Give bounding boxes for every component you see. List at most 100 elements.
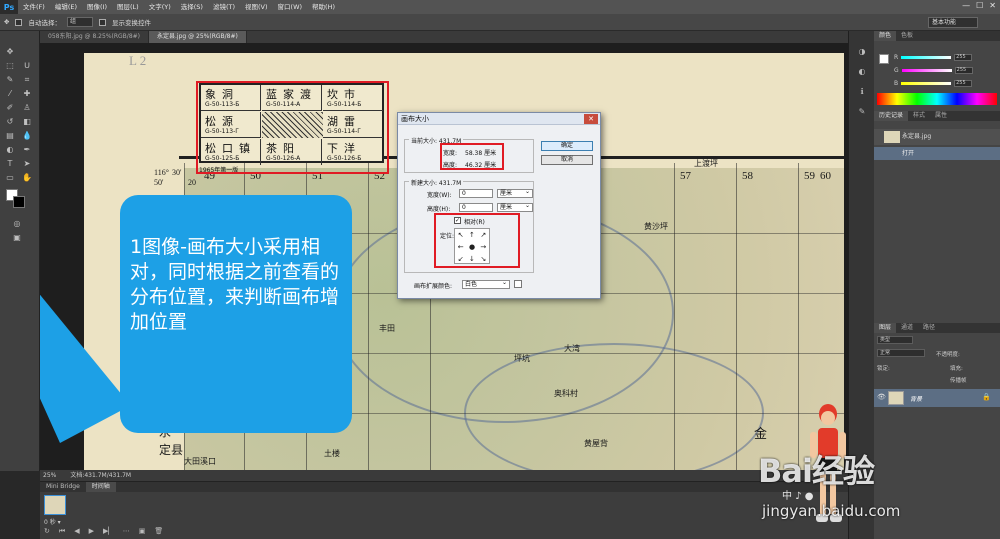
- history-brush-icon[interactable]: ↺: [5, 117, 15, 127]
- layer-kind-filter[interactable]: 类型: [877, 336, 913, 344]
- visibility-eye-icon[interactable]: 👁: [877, 393, 886, 401]
- type-tool-icon[interactable]: T: [5, 159, 15, 169]
- lasso-tool-icon[interactable]: ᑌ: [22, 61, 32, 71]
- screen-mode-icon[interactable]: ▣: [12, 233, 22, 243]
- first-frame-icon[interactable]: ⏮: [59, 527, 65, 536]
- status-bar: 25% 文档:431.7M/431.7M: [40, 470, 848, 481]
- marquee-tool-icon[interactable]: ⬚: [5, 61, 15, 71]
- lat-label: 30': [172, 168, 182, 177]
- pen-tool-icon[interactable]: ✒: [22, 145, 32, 155]
- red-slider-track[interactable]: [901, 55, 952, 59]
- lat-label: 50': [154, 178, 164, 187]
- new-width-input[interactable]: 0: [459, 189, 493, 198]
- history-state-open[interactable]: 打开: [874, 147, 1000, 160]
- tools-panel: ✥ ⬚ ᑌ ✎ ⌗ ⁄ ✚ ✐ ♙ ↺ ◧ ▤ 💧 ◐ ✒ T ➤ ▭ ✋ ◎ …: [0, 31, 40, 471]
- play-icon[interactable]: ▶: [89, 527, 94, 536]
- gradient-tool-icon[interactable]: ▤: [5, 131, 15, 141]
- hand-tool-icon[interactable]: ✋: [22, 173, 32, 183]
- red-slider[interactable]: R 255: [894, 53, 973, 61]
- quick-mask-icon[interactable]: ◎: [12, 219, 22, 229]
- menu-view[interactable]: 视图(V): [240, 0, 273, 14]
- menu-filter[interactable]: 滤镜(T): [208, 0, 240, 14]
- menu-window[interactable]: 窗口(W): [273, 0, 308, 14]
- loop-icon[interactable]: ↻: [44, 527, 50, 536]
- tab-paths[interactable]: 路径: [918, 323, 940, 333]
- background-color-swatch[interactable]: [13, 196, 25, 208]
- tween-icon[interactable]: ⋯: [123, 527, 130, 536]
- cancel-button[interactable]: 取消: [541, 155, 593, 165]
- menu-bar: Ps 文件(F) 编辑(E) 图像(I) 图层(L) 文字(Y) 选择(S) 滤…: [0, 0, 1000, 14]
- prev-frame-icon[interactable]: ◀: [74, 527, 79, 536]
- doc-size: 文档:431.7M/431.7M: [70, 472, 132, 479]
- tab-color[interactable]: 颜色: [874, 31, 897, 41]
- color-panel-swatch[interactable]: [879, 54, 889, 64]
- grid-number: 59: [804, 170, 815, 182]
- auto-select-dropdown[interactable]: 组: [66, 17, 93, 27]
- menu-layer[interactable]: 图层(L): [112, 0, 144, 14]
- ext-color-select[interactable]: 白色: [462, 279, 510, 289]
- move-tool-icon[interactable]: ✥: [5, 47, 15, 57]
- green-slider[interactable]: G 255: [894, 66, 973, 74]
- menu-file[interactable]: 文件(F): [18, 0, 50, 14]
- tab-history[interactable]: 历史记录: [874, 111, 909, 121]
- green-slider-track[interactable]: [901, 68, 952, 72]
- menu-edit[interactable]: 编辑(E): [50, 0, 82, 14]
- minimize-icon[interactable]: —: [962, 1, 970, 10]
- path-select-icon[interactable]: ➤: [22, 159, 32, 169]
- frame-delay[interactable]: 0 秒 ▾: [44, 517, 61, 526]
- blue-slider-track[interactable]: [901, 81, 952, 85]
- crop-tool-icon[interactable]: ⌗: [22, 75, 32, 85]
- healing-brush-icon[interactable]: ✚: [22, 89, 32, 99]
- delete-frame-icon[interactable]: 🗑: [154, 527, 163, 536]
- ok-button[interactable]: 确定: [541, 141, 593, 151]
- menu-select[interactable]: 选择(S): [176, 0, 208, 14]
- eraser-tool-icon[interactable]: ◧: [22, 117, 32, 127]
- auto-select-checkbox[interactable]: [15, 18, 23, 26]
- blur-tool-icon[interactable]: 💧: [22, 131, 32, 141]
- frame-thumbnail[interactable]: [44, 495, 66, 515]
- tab-properties[interactable]: 属性: [930, 111, 952, 121]
- new-frame-icon[interactable]: ▣: [139, 527, 146, 536]
- zoom-level[interactable]: 25%: [43, 470, 56, 481]
- move-tool-icon[interactable]: ✥: [4, 18, 9, 26]
- tab-mini-bridge[interactable]: Mini Bridge: [40, 482, 86, 492]
- layer-background[interactable]: 👁 背景 🔒: [874, 389, 1000, 407]
- tab-timeline[interactable]: 时间轴: [85, 482, 116, 492]
- show-transform-checkbox[interactable]: [98, 18, 106, 26]
- info-icon[interactable]: ℹ: [857, 87, 867, 97]
- lock-label: 锁定:: [877, 366, 890, 372]
- stamp-tool-icon[interactable]: ♙: [22, 103, 32, 113]
- menu-help[interactable]: 帮助(H): [307, 0, 340, 14]
- menu-image[interactable]: 图像(I): [82, 0, 112, 14]
- tab-styles[interactable]: 样式: [908, 111, 930, 121]
- adjustments-icon[interactable]: ◐: [857, 67, 867, 77]
- close-icon[interactable]: ✕: [989, 1, 996, 10]
- new-width-unit-select[interactable]: 厘米: [497, 188, 533, 198]
- tab-layers[interactable]: 图层: [874, 323, 897, 333]
- menu-type[interactable]: 文字(Y): [144, 0, 176, 14]
- workspace-dropdown[interactable]: 基本功能: [928, 17, 978, 28]
- tab-channels[interactable]: 通道: [896, 323, 918, 333]
- doc-tab-yongding[interactable]: 永定县.jpg @ 25%(RGB/8#): [149, 31, 247, 43]
- quick-select-icon[interactable]: ✎: [5, 75, 15, 85]
- new-width-label: 宽度(W):: [427, 192, 452, 199]
- ext-color-swatch[interactable]: [514, 280, 522, 288]
- eyedropper-icon[interactable]: ⁄: [5, 89, 15, 99]
- doc-tab-dongyang[interactable]: 058东阳.jpg @ 8.25%(RGB/8#): [40, 31, 150, 43]
- dodge-tool-icon[interactable]: ◐: [5, 145, 15, 155]
- blend-mode-select[interactable]: 正常: [877, 349, 925, 357]
- new-height-unit-select[interactable]: 厘米: [497, 202, 533, 212]
- shape-tool-icon[interactable]: ▭: [5, 173, 15, 183]
- tab-swatches[interactable]: 色板: [896, 31, 918, 41]
- blue-slider[interactable]: B 255: [894, 79, 973, 87]
- brush-tool-icon[interactable]: ✐: [5, 103, 15, 113]
- new-height-input[interactable]: 0: [459, 203, 493, 212]
- next-frame-icon[interactable]: ▶▏: [103, 527, 114, 536]
- place-name: 金: [754, 426, 768, 441]
- dialog-close-icon[interactable]: ✕: [584, 114, 598, 124]
- color-spectrum[interactable]: [877, 93, 997, 105]
- maximize-icon[interactable]: ☐: [976, 1, 983, 10]
- color-panel-icon[interactable]: ◑: [857, 47, 867, 57]
- brush-panel-icon[interactable]: ✎: [857, 107, 867, 117]
- watermark-sub: 中 ♪ ●: [782, 491, 814, 502]
